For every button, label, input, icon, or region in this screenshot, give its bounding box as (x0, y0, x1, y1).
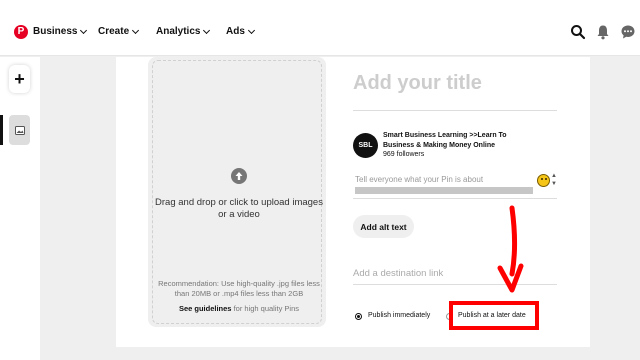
selected-indicator (0, 115, 3, 145)
draft-pin-thumbnail[interactable] (9, 115, 30, 145)
add-pin-button[interactable]: + (9, 65, 30, 93)
image-icon (14, 125, 25, 135)
annotation-arrow-icon (497, 205, 524, 293)
